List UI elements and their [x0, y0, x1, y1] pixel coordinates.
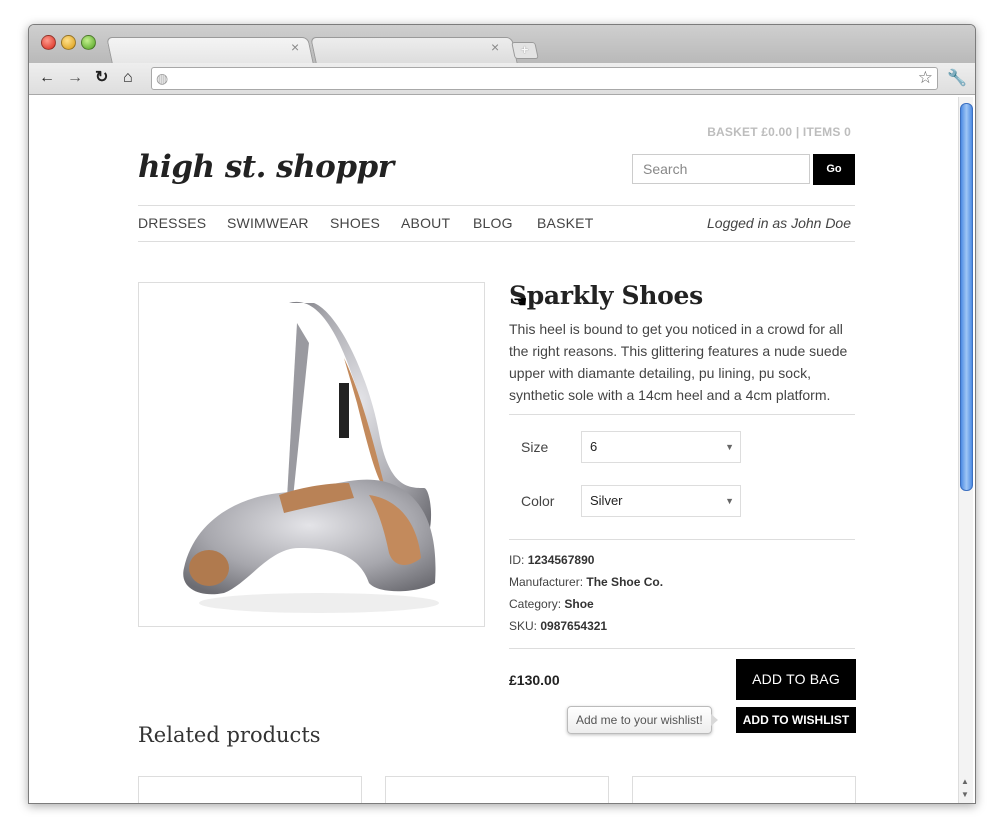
nav-item-shoes[interactable]: SHOES — [330, 215, 380, 231]
wrench-icon[interactable]: 🔧 — [947, 68, 967, 88]
size-label: Size — [521, 439, 549, 455]
logged-in-status: Logged in as John Doe — [707, 215, 851, 231]
reload-icon[interactable]: ↻ — [95, 69, 108, 87]
product-category: Category: Shoe — [509, 597, 594, 611]
wishlist-tooltip: Add me to your wishlist! — [567, 706, 718, 734]
product-title: Sparkly Shoes — [509, 281, 703, 310]
back-icon[interactable]: ← — [39, 69, 55, 87]
sku-label: SKU: — [509, 619, 538, 633]
nav-item-swimwear[interactable]: SWIMWEAR — [227, 215, 309, 231]
add-to-bag-button[interactable]: ADD TO BAG — [736, 659, 856, 700]
bookmark-star-icon[interactable]: ☆ — [918, 68, 933, 88]
chevron-down-icon: ▼ — [725, 442, 734, 452]
scrollbar-thumb[interactable] — [960, 103, 973, 491]
search-input[interactable] — [632, 154, 810, 184]
search-go-button[interactable]: Go — [813, 154, 855, 185]
forward-icon[interactable]: → — [67, 69, 83, 87]
category-label: Category: — [509, 597, 562, 611]
tab-2[interactable] — [310, 37, 518, 64]
minimize-window-icon[interactable] — [61, 35, 76, 50]
product-image — [138, 282, 485, 627]
tab-2-close-icon[interactable]: × — [491, 39, 499, 55]
nav-divider-top — [138, 205, 855, 206]
hand-cursor-icon: ☚ — [513, 294, 528, 311]
tab-1[interactable] — [106, 37, 314, 64]
options-divider — [509, 539, 855, 540]
color-select-value: Silver — [590, 493, 623, 508]
related-product-card[interactable] — [385, 776, 609, 803]
add-to-wishlist-button[interactable]: ADD TO WISHLIST — [736, 707, 856, 733]
zoom-window-icon[interactable] — [81, 35, 96, 50]
product-description: This heel is bound to get you noticed in… — [509, 321, 848, 403]
chevron-down-icon: ▼ — [725, 496, 734, 506]
address-bar[interactable]: ◍ ☆ — [151, 67, 938, 90]
category-value: Shoe — [564, 597, 594, 611]
meta-divider — [509, 648, 855, 649]
product-sku: SKU: 0987654321 — [509, 619, 607, 633]
related-products-heading: Related products — [138, 723, 321, 747]
product-id-value: 1234567890 — [527, 553, 595, 567]
nav-item-dresses[interactable]: DRESSES — [138, 215, 206, 231]
vertical-scrollbar[interactable]: ▲ ▼ — [958, 97, 973, 803]
page-viewport: BASKET £0.00 | ITEMS 0 high st. shoppr G… — [33, 95, 955, 803]
manufacturer-value: The Shoe Co. — [586, 575, 664, 589]
product-id-label: ID: — [509, 553, 525, 567]
related-product-card[interactable] — [632, 776, 856, 803]
shoe-illustration — [183, 301, 439, 613]
product-id: ID: 1234567890 — [509, 553, 594, 567]
browser-toolbar: ← → ↻ ⌂ ◍ ☆ 🔧 — [29, 63, 975, 95]
size-select-value: 6 — [590, 439, 598, 454]
nav-item-basket[interactable]: BASKET — [537, 215, 593, 231]
close-window-icon[interactable] — [41, 35, 56, 50]
scroll-down-arrow-icon[interactable]: ▼ — [961, 790, 969, 799]
home-icon[interactable]: ⌂ — [123, 69, 133, 87]
basket-summary[interactable]: BASKET £0.00 | ITEMS 0 — [707, 125, 851, 139]
tab-strip: × × + — [29, 25, 975, 64]
tab-1-close-icon[interactable]: × — [291, 39, 299, 55]
product-price: £130.00 — [509, 672, 560, 688]
sku-value: 0987654321 — [540, 619, 608, 633]
globe-icon: ◍ — [156, 70, 169, 86]
product-manufacturer: Manufacturer: The Shoe Co. — [509, 575, 663, 589]
plus-icon: + — [521, 42, 529, 57]
manufacturer-label: Manufacturer: — [509, 575, 584, 589]
browser-window: × × + ← → ↻ ⌂ ◍ ☆ 🔧 BASKET £0.00 | ITEMS… — [28, 24, 976, 804]
description-divider — [509, 414, 855, 415]
size-select[interactable]: 6 ▼ — [581, 431, 741, 463]
site-logo[interactable]: high st. shoppr — [138, 149, 394, 185]
related-product-card[interactable] — [138, 776, 362, 803]
nav-item-blog[interactable]: BLOG — [473, 215, 513, 231]
nav-item-about[interactable]: ABOUT — [401, 215, 450, 231]
color-select[interactable]: Silver ▼ — [581, 485, 741, 517]
scroll-up-arrow-icon[interactable]: ▲ — [961, 777, 969, 786]
new-tab-button[interactable]: + — [511, 42, 539, 59]
color-label: Color — [521, 493, 555, 509]
nav-divider-bottom — [138, 241, 855, 242]
